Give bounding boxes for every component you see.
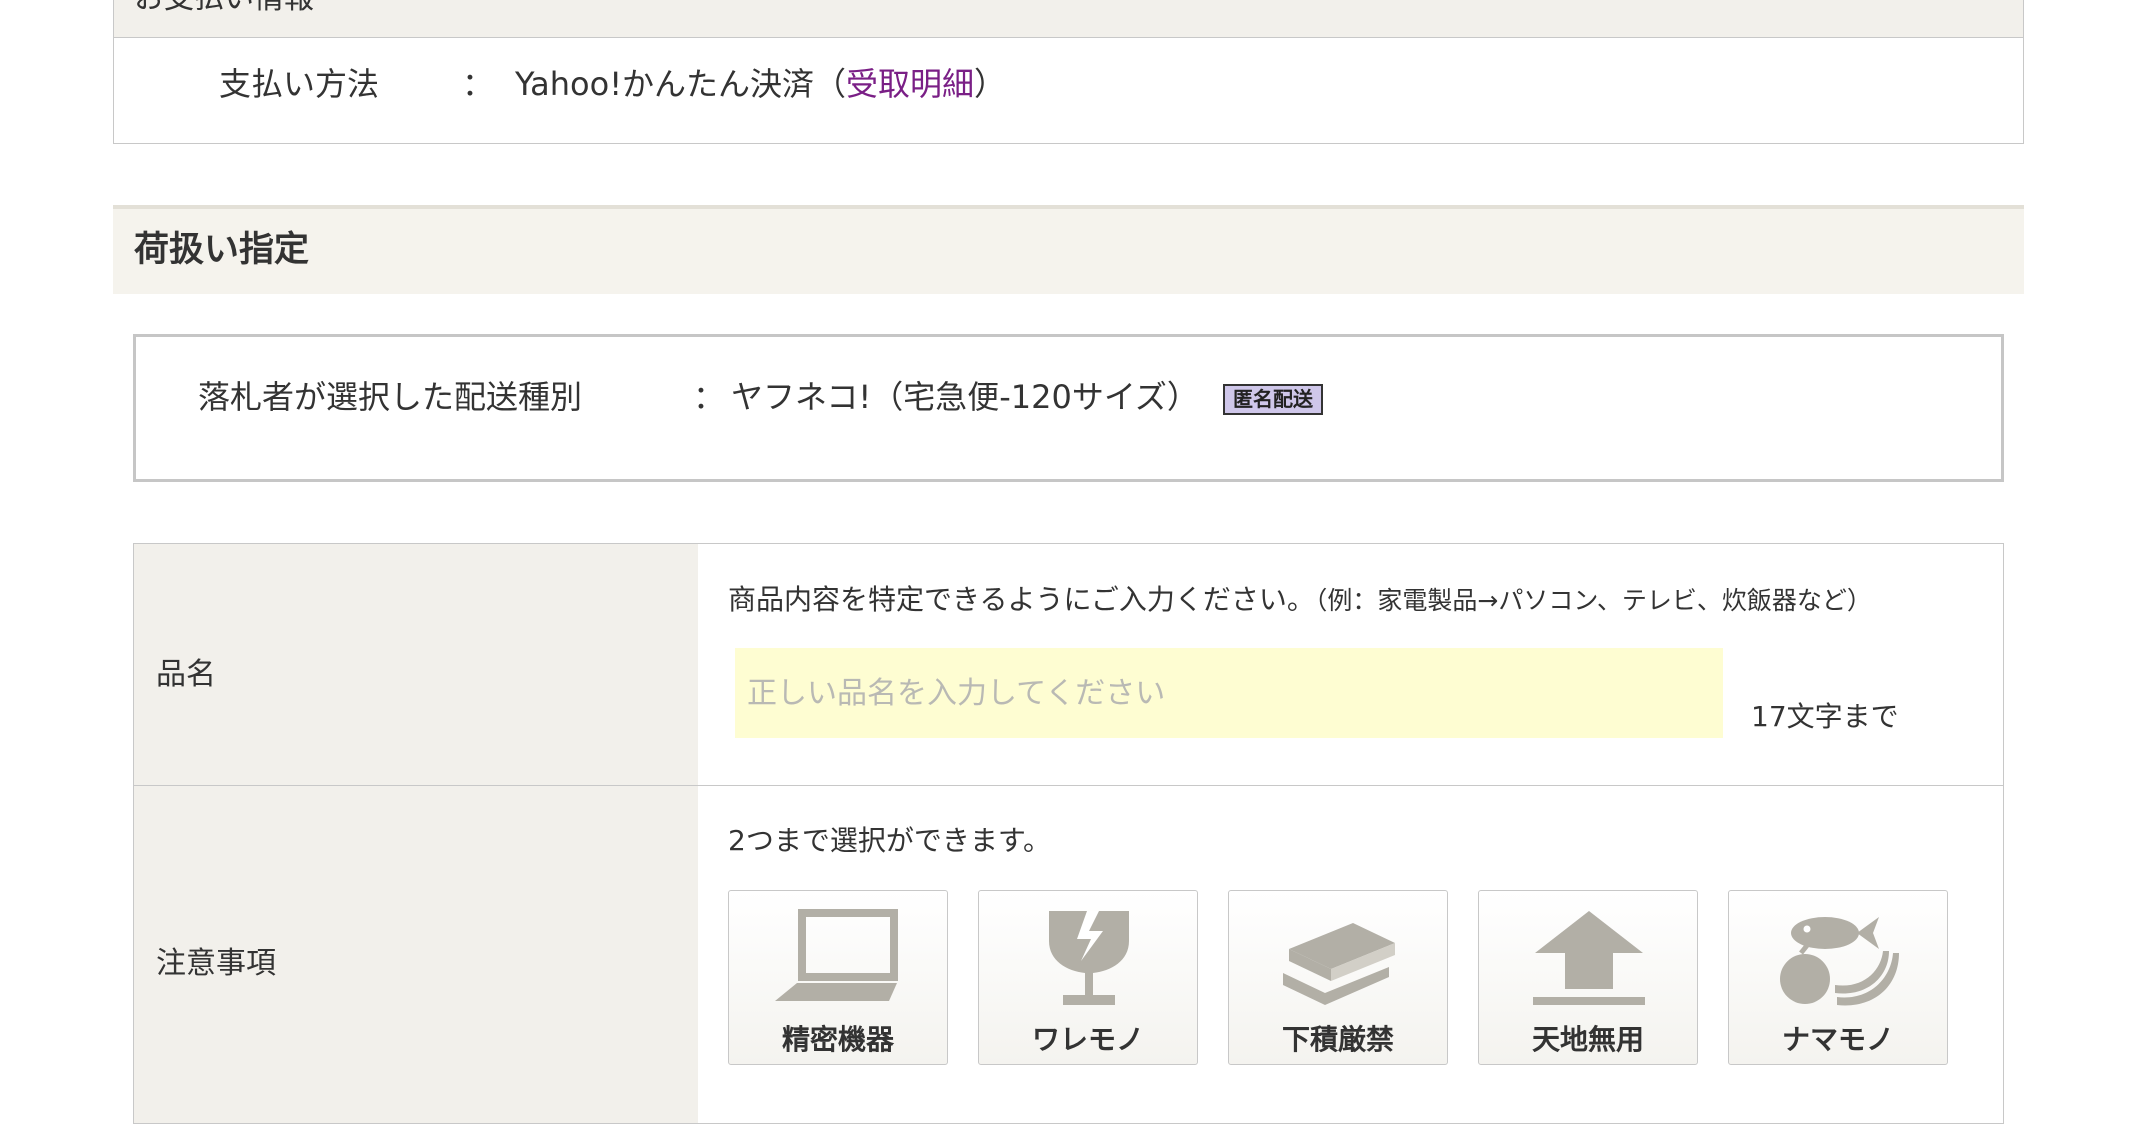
payment-method-text: Yahoo!かんたん決済（ xyxy=(515,65,847,103)
option-this-side-up-button[interactable]: 天地無用 xyxy=(1478,890,1698,1065)
item-name-hint-example: （例：家電製品→パソコン、テレビ、炊飯器など） xyxy=(1314,586,1872,615)
stacked-items-icon xyxy=(1283,923,1395,1005)
item-name-hint: 商品内容を特定できるようにご入力ください。（例：家電製品→パソコン、テレビ、炊飯… xyxy=(728,586,1872,614)
option-label: ワレモノ xyxy=(1031,1023,1144,1056)
option-label: 精密機器 xyxy=(781,1023,894,1056)
payment-colon: ： xyxy=(462,65,495,103)
shipping-form-table: 品名 商品内容を特定できるようにご入力ください。（例：家電製品→パソコン、テレビ… xyxy=(133,543,2004,1124)
shipping-colon: ： xyxy=(693,378,726,416)
fresh-food-icon xyxy=(1780,917,1899,1006)
option-fragile-button[interactable]: ワレモノ xyxy=(978,890,1198,1065)
option-perishables-button[interactable]: ナマモノ xyxy=(1728,890,1948,1065)
shipping-method-value: ヤフネコ!（宅急便-120サイズ） xyxy=(731,378,1199,416)
item-name-input[interactable] xyxy=(735,648,1723,738)
option-label: 下積厳禁 xyxy=(1281,1023,1394,1056)
shipping-method-label: 落札者が選択した配送種別 xyxy=(198,378,583,416)
payment-method-value: Yahoo!かんたん決済（受取明細） xyxy=(515,68,1006,100)
payment-info-box: 支払い方法 ： Yahoo!かんたん決済（受取明細） xyxy=(113,37,2024,144)
option-do-not-stack-button[interactable]: 下積厳禁 xyxy=(1228,890,1448,1065)
option-precision-equipment-button[interactable]: 精密機器 xyxy=(728,890,948,1065)
item-name-label: 品名 xyxy=(156,657,216,692)
item-name-char-limit: 17文字まで xyxy=(1751,700,1899,733)
anonymous-shipping-badge: 匿名配送 xyxy=(1223,384,1323,415)
broken-glass-icon xyxy=(1049,911,1129,1005)
shipping-method-box: 落札者が選択した配送種別 ： ヤフネコ!（宅急便-120サイズ） 匿名配送 xyxy=(133,334,2004,482)
handling-section-title: 荷扱い指定 xyxy=(134,230,310,270)
row-divider xyxy=(134,785,2003,786)
item-name-hint-text: 商品内容を特定できるようにご入力ください。 xyxy=(728,583,1315,616)
payment-section-title: お支払い情報 xyxy=(134,0,314,14)
label-column xyxy=(134,544,698,1123)
payment-method-label: 支払い方法 xyxy=(219,65,380,103)
notes-label: 注意事項 xyxy=(156,946,276,981)
arrow-up-icon xyxy=(1533,911,1645,1005)
option-label: 天地無用 xyxy=(1531,1023,1644,1056)
payment-section-header: お支払い情報 xyxy=(113,0,2024,38)
option-label: ナマモノ xyxy=(1781,1023,1894,1056)
notes-hint: 2つまで選択ができます。 xyxy=(728,824,1052,857)
receipt-detail-link[interactable]: 受取明細 xyxy=(846,65,974,103)
payment-method-close: ） xyxy=(974,65,1007,103)
laptop-icon xyxy=(775,909,898,1001)
handling-section-header: 荷扱い指定 xyxy=(113,205,2024,294)
